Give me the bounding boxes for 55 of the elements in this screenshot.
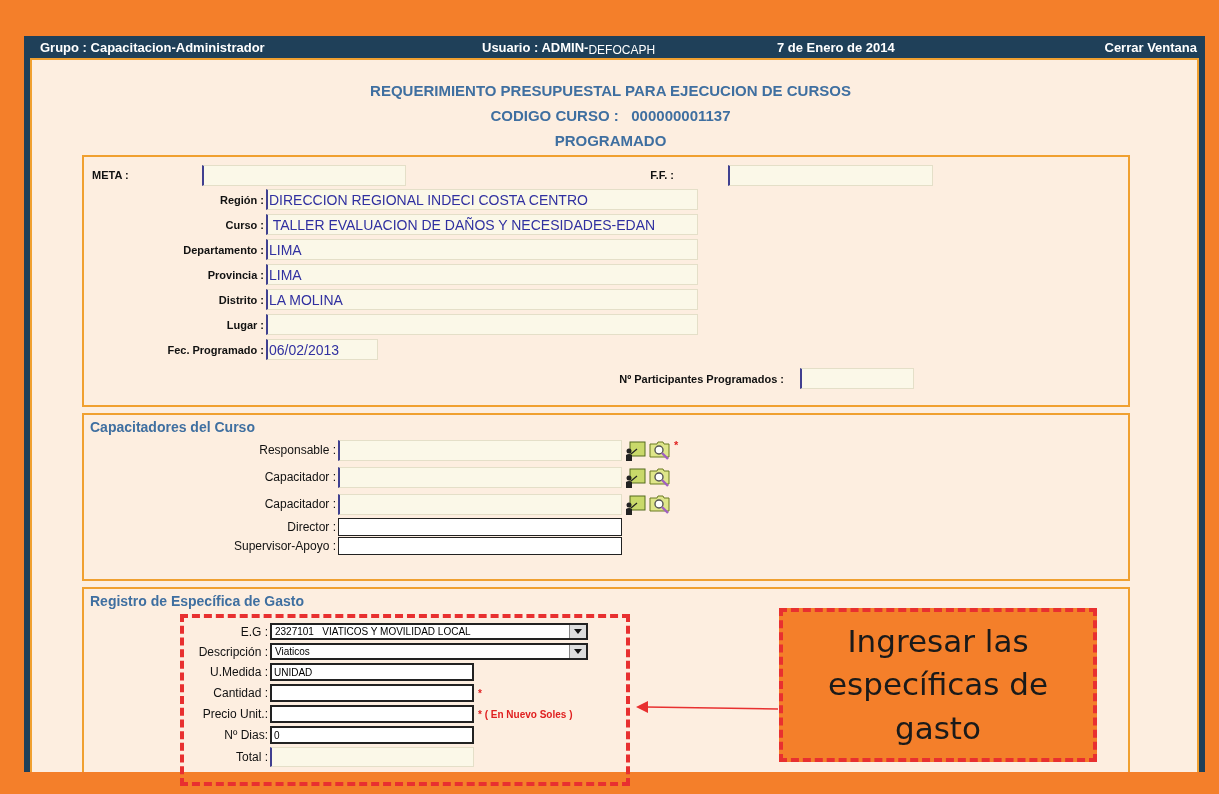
- field-label: META :: [92, 169, 130, 181]
- dropdown[interactable]: 2327101 VIATICOS Y MOVILIDAD LOCAL: [270, 623, 588, 640]
- group-label: Grupo : Capacitacion-Administrador: [40, 39, 266, 55]
- field-label: U.Medida :: [208, 665, 268, 679]
- input-field[interactable]: [270, 684, 474, 702]
- input-field[interactable]: DIRECCION REGIONAL INDECI COSTA CENTRO: [266, 189, 698, 210]
- close-window-link[interactable]: Cerrar Ventana: [1104, 39, 1197, 55]
- date-label: 7 de Enero de 2014: [777, 39, 896, 55]
- input-field[interactable]: UNIDAD: [270, 663, 474, 681]
- caret-icon: [574, 629, 582, 634]
- page-title: REQUERIMIENTO PRESUPUESTAL PARA EJECUCION DE CURSOS: [370, 82, 851, 99]
- field-label: Responsable :: [258, 443, 336, 457]
- required-note: * ( En Nuevo Soles ): [478, 708, 573, 720]
- input-field[interactable]: LIMA: [266, 264, 698, 285]
- field-label: Descripción :: [197, 644, 268, 659]
- section-title: Registro de Específica de Gasto: [90, 593, 305, 609]
- field-label: E.G :: [239, 624, 268, 639]
- input-field[interactable]: [338, 537, 622, 555]
- input-field[interactable]: LIMA: [266, 239, 698, 260]
- field-label: F.F. :: [649, 169, 674, 181]
- field-label: Director :: [286, 520, 336, 534]
- field-label: Departamento :: [182, 243, 264, 256]
- field-label: Nº Participantes Programados :: [619, 372, 784, 385]
- presenter-icon[interactable]: [624, 493, 646, 515]
- page-title: CODIGO CURSO : 000000001137: [490, 107, 731, 124]
- field-label: Nº Dias:: [223, 728, 268, 742]
- field-label: Capacitador :: [263, 497, 336, 511]
- field-label: Total :: [235, 750, 268, 764]
- caret-icon: [574, 649, 582, 654]
- field-label: Región :: [219, 193, 264, 206]
- input-field[interactable]: 06/02/2013: [266, 339, 378, 360]
- field-label: Fec. Programado :: [166, 343, 264, 356]
- input-field[interactable]: [338, 518, 622, 536]
- field-label: Capacitador :: [263, 470, 336, 484]
- field-label: Supervisor-Apoyo :: [232, 539, 336, 553]
- field-label: Cantidad :: [212, 686, 268, 700]
- field-label: Precio Unit.:: [201, 707, 268, 721]
- presenter-icon[interactable]: [624, 466, 646, 488]
- dropdown[interactable]: Viaticos: [270, 643, 588, 660]
- field-label: Provincia :: [206, 268, 264, 281]
- presenter-icon[interactable]: [624, 439, 646, 461]
- input-field[interactable]: LA MOLINA: [266, 289, 698, 310]
- field-label: Lugar :: [225, 318, 264, 331]
- page-title: PROGRAMADO: [554, 132, 667, 149]
- callout-note: Ingresar las específicas de gasto: [779, 608, 1097, 762]
- input-field[interactable]: TALLER EVALUACION DE DAÑOS Y NECESIDADES-EDAN: [266, 214, 698, 235]
- field-label: Curso :: [224, 218, 264, 231]
- required-mark: *: [674, 439, 679, 451]
- input-field[interactable]: 0: [270, 726, 474, 744]
- input-field[interactable]: [270, 705, 474, 723]
- section-title: Capacitadores del Curso: [90, 419, 256, 435]
- user-label: Usuario : ADMIN-DEFOCAPH: [482, 39, 657, 55]
- required-note: *: [478, 687, 482, 699]
- total-field[interactable]: [270, 747, 474, 767]
- field-label: Distrito :: [217, 293, 264, 306]
